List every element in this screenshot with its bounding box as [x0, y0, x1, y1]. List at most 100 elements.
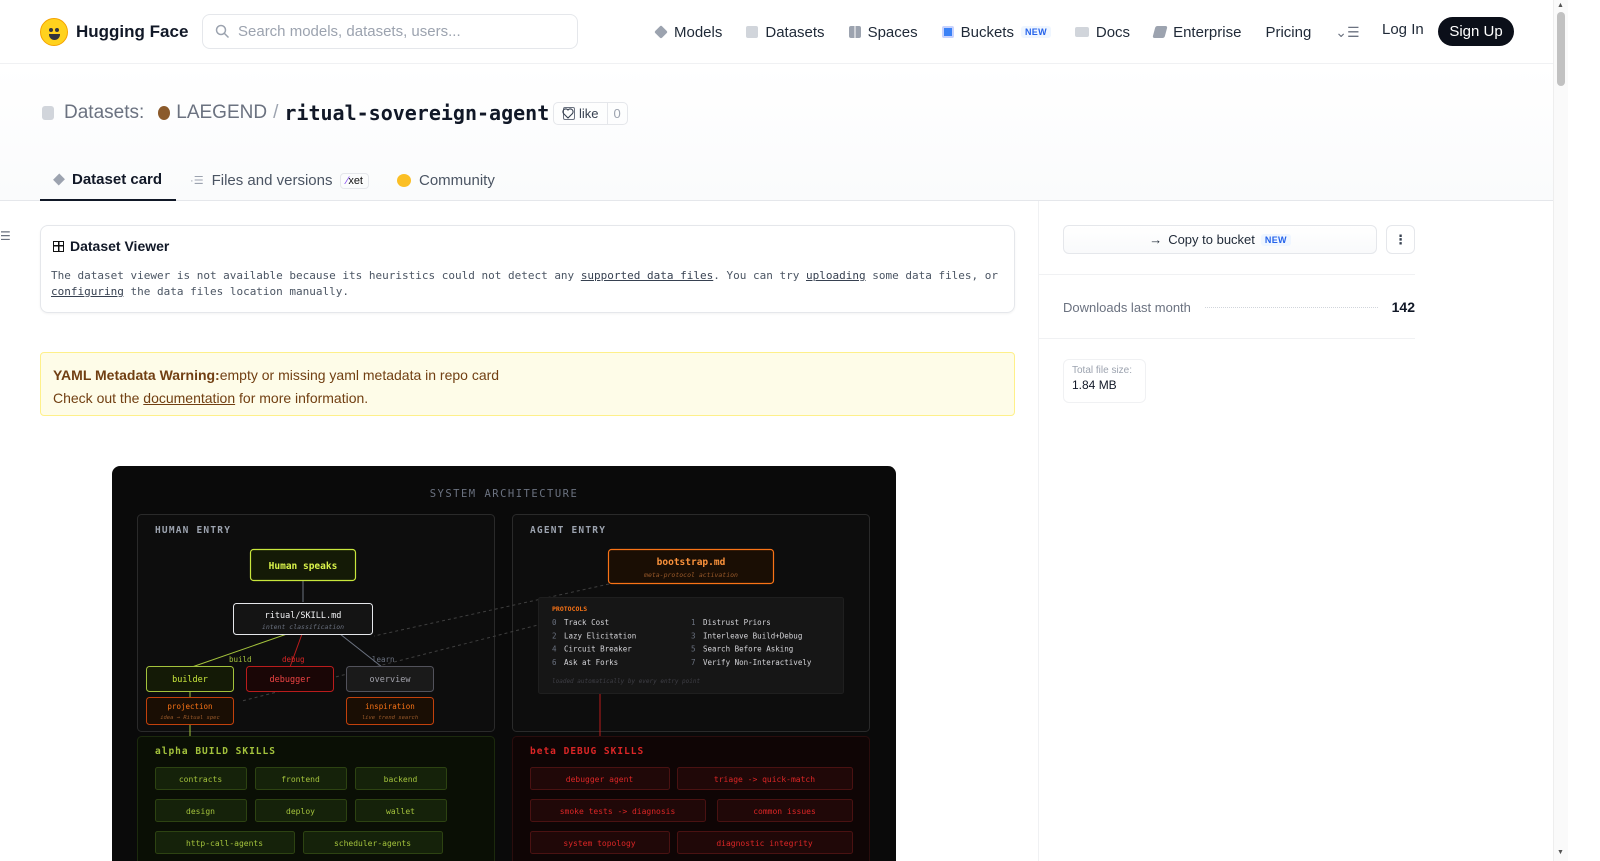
build-skill-label: scheduler-agents [334, 839, 411, 848]
copy-to-bucket-label: Copy to bucket [1168, 232, 1255, 247]
scrollbar-thumb[interactable] [1557, 12, 1565, 86]
protocols-title: PROTOCOLS [552, 605, 587, 613]
supported-data-files-link[interactable]: supported data files [581, 269, 713, 282]
repo-name-link[interactable]: ritual-sovereign-agent [284, 101, 549, 125]
copy-to-bucket-button[interactable]: → Copy to bucket NEW [1063, 225, 1377, 254]
repo-type-label[interactable]: Datasets: [64, 102, 144, 124]
copy-bucket-new-badge: NEW [1260, 233, 1291, 246]
more-options-icon[interactable]: ⋮ [1386, 225, 1415, 254]
debug-skills-title: beta DEBUG SKILLS [530, 746, 644, 757]
tab-files-and-versions[interactable]: ·☰ Files and versions ⁄xet [176, 160, 383, 201]
nav-docs-label: Docs [1095, 23, 1131, 41]
protocol-label: Search Before Asking [703, 645, 793, 654]
models-icon [654, 25, 668, 39]
protocol-label: Track Cost [564, 618, 609, 627]
nav-buckets[interactable]: Buckets NEW [941, 23, 1051, 41]
search-box[interactable] [202, 14, 578, 49]
documentation-link[interactable]: documentation [143, 390, 235, 406]
xet-badge-label: xet [348, 174, 363, 187]
configuring-link[interactable]: configuring [51, 285, 124, 298]
edge-debug-label: debug [282, 655, 305, 664]
signup-button[interactable]: Sign Up [1438, 17, 1514, 46]
warning-message: empty or missing yaml metadata in repo c… [219, 367, 500, 383]
debug-skill-label: diagnostic integrity [716, 839, 813, 848]
spaces-icon [848, 26, 861, 38]
debug-skill-chip: smoke tests -> diagnosis [530, 799, 706, 822]
debug-skill-chip: debugger agent [530, 767, 670, 790]
scroll-down-arrow-icon[interactable]: ▼ [1557, 849, 1564, 856]
protocol-number: 5 [691, 645, 696, 654]
nav-models-label: Models [674, 23, 723, 41]
nav-pricing-label: Pricing [1265, 23, 1312, 41]
debugger-label: debugger [270, 675, 311, 685]
agent-entry-label: AGENT ENTRY [530, 525, 606, 536]
uploading-link[interactable]: uploading [806, 269, 866, 282]
tab-dataset-card[interactable]: Dataset card [40, 160, 177, 201]
human-entry-label: HUMAN ENTRY [155, 525, 231, 536]
projection-sub-label: idea → Ritual spec [160, 715, 220, 721]
repo-owner-link[interactable]: LAEGEND [176, 102, 267, 124]
login-link[interactable]: Log In [1382, 21, 1424, 38]
divider [1039, 274, 1415, 275]
debug-skill-chip: common issues [717, 799, 853, 822]
builder-label: builder [172, 675, 208, 685]
community-icon [397, 174, 411, 187]
overview-label: overview [370, 675, 412, 685]
table-icon [53, 240, 64, 252]
inspiration-sub-label: live trend search [362, 715, 418, 721]
file-size-value: 1.84 MB [1072, 378, 1117, 392]
nav-pricing[interactable]: Pricing [1265, 24, 1311, 41]
edge-learn-label: learn [372, 655, 395, 664]
build-skill-label: wallet [386, 807, 415, 816]
build-skill-label: http-call-agents [186, 839, 263, 848]
protocol-item: 4 Circuit Breaker [552, 645, 632, 654]
diagram-title: SYSTEM ARCHITECTURE [430, 488, 579, 500]
breadcrumb-separator: / [273, 102, 279, 123]
repo-tabs: Dataset card ·☰ Files and versions ⁄xet … [40, 160, 509, 201]
warning-title: YAML Metadata Warning: [53, 367, 220, 383]
tab-files-label: Files and versions [211, 172, 333, 189]
protocols-note: loaded automatically by every entry poin… [552, 678, 700, 685]
bootstrap-label: bootstrap.md [657, 557, 726, 568]
build-skill-chip: frontend [255, 767, 347, 790]
more-menu-icon[interactable]: ⌄☰ [1335, 24, 1359, 41]
nav-models[interactable]: Models [654, 23, 723, 41]
nav-buckets-label: Buckets [960, 23, 1014, 41]
debug-skill-chip: system topology [530, 831, 670, 854]
files-icon: ·☰ [190, 175, 204, 187]
docs-icon [1074, 27, 1089, 37]
scroll-up-arrow-icon[interactable]: ▲ [1557, 2, 1564, 9]
build-skill-chip: http-call-agents [155, 831, 295, 854]
like-label: like [579, 106, 599, 121]
nav-enterprise[interactable]: Enterprise [1152, 24, 1241, 41]
human-speaks-label: Human speaks [269, 561, 338, 572]
sidebar-toggle-icon[interactable]: ☰ [0, 229, 11, 243]
downloads-value: 142 [1391, 299, 1415, 315]
nav-spaces[interactable]: Spaces [848, 24, 918, 41]
dataset-icon [42, 106, 54, 120]
buckets-new-badge: NEW [1020, 26, 1051, 38]
divider [1039, 338, 1415, 339]
nav-datasets-label: Datasets [765, 23, 825, 41]
dataset-viewer-title-text: Dataset Viewer [70, 238, 170, 254]
search-icon [215, 24, 230, 39]
bootstrap-sub-label: meta-protocol activation [643, 571, 738, 579]
search-input[interactable] [238, 23, 558, 40]
tab-community[interactable]: Community [383, 160, 509, 201]
nav-datasets[interactable]: Datasets [746, 23, 825, 41]
protocol-item: 3 Interleave Build+Debug [691, 631, 802, 640]
like-button[interactable]: like 0 [553, 102, 628, 125]
build-skill-chip: scheduler-agents [303, 831, 443, 854]
protocol-item: 5 Search Before Asking [691, 645, 793, 654]
build-skill-label: deploy [286, 807, 315, 816]
protocol-number: 2 [552, 631, 557, 640]
dataset-viewer-panel: Dataset Viewer The dataset viewer is not… [40, 225, 1015, 313]
build-skill-chip: deploy [255, 799, 347, 822]
protocol-label: Ask at Forks [564, 658, 618, 667]
viewer-text-part: some data files, or [865, 269, 999, 282]
nav-docs[interactable]: Docs [1074, 23, 1131, 41]
like-count: 0 [613, 106, 621, 121]
page-scrollbar[interactable]: ▲ ▼ [1553, 0, 1568, 861]
brand-logo[interactable]: Hugging Face [40, 18, 188, 46]
debug-skill-label: common issues [753, 807, 816, 816]
